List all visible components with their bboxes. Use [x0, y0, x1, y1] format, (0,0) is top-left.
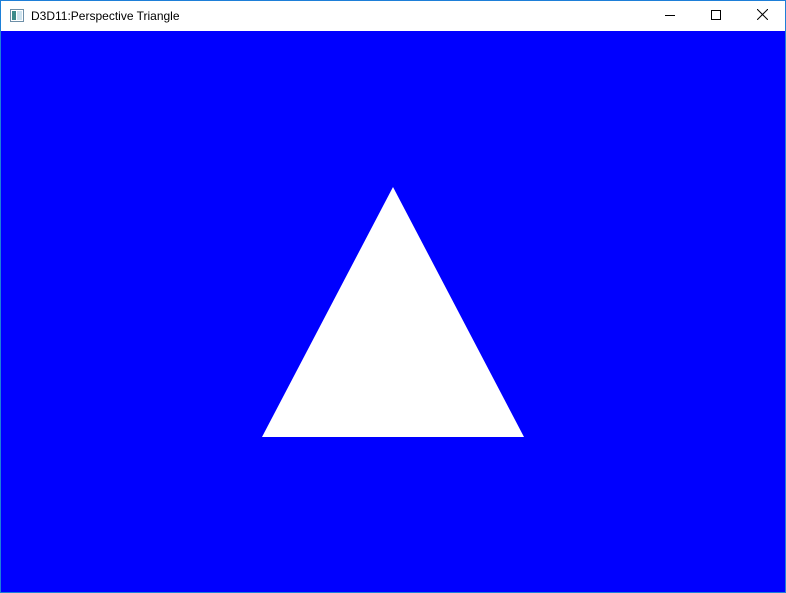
app-window: D3D11:Perspective Triangle [0, 0, 786, 593]
window-title: D3D11:Perspective Triangle [31, 9, 180, 23]
minimize-button[interactable] [647, 1, 693, 31]
scene-canvas [262, 187, 524, 437]
title-bar[interactable]: D3D11:Perspective Triangle [1, 1, 785, 31]
maximize-button[interactable] [693, 1, 739, 31]
minimize-icon [665, 7, 675, 25]
white-triangle [262, 187, 524, 437]
render-viewport[interactable] [1, 31, 785, 592]
app-window-icon [10, 9, 24, 22]
close-icon [756, 7, 768, 25]
maximize-icon [711, 7, 721, 25]
close-button[interactable] [739, 1, 785, 31]
